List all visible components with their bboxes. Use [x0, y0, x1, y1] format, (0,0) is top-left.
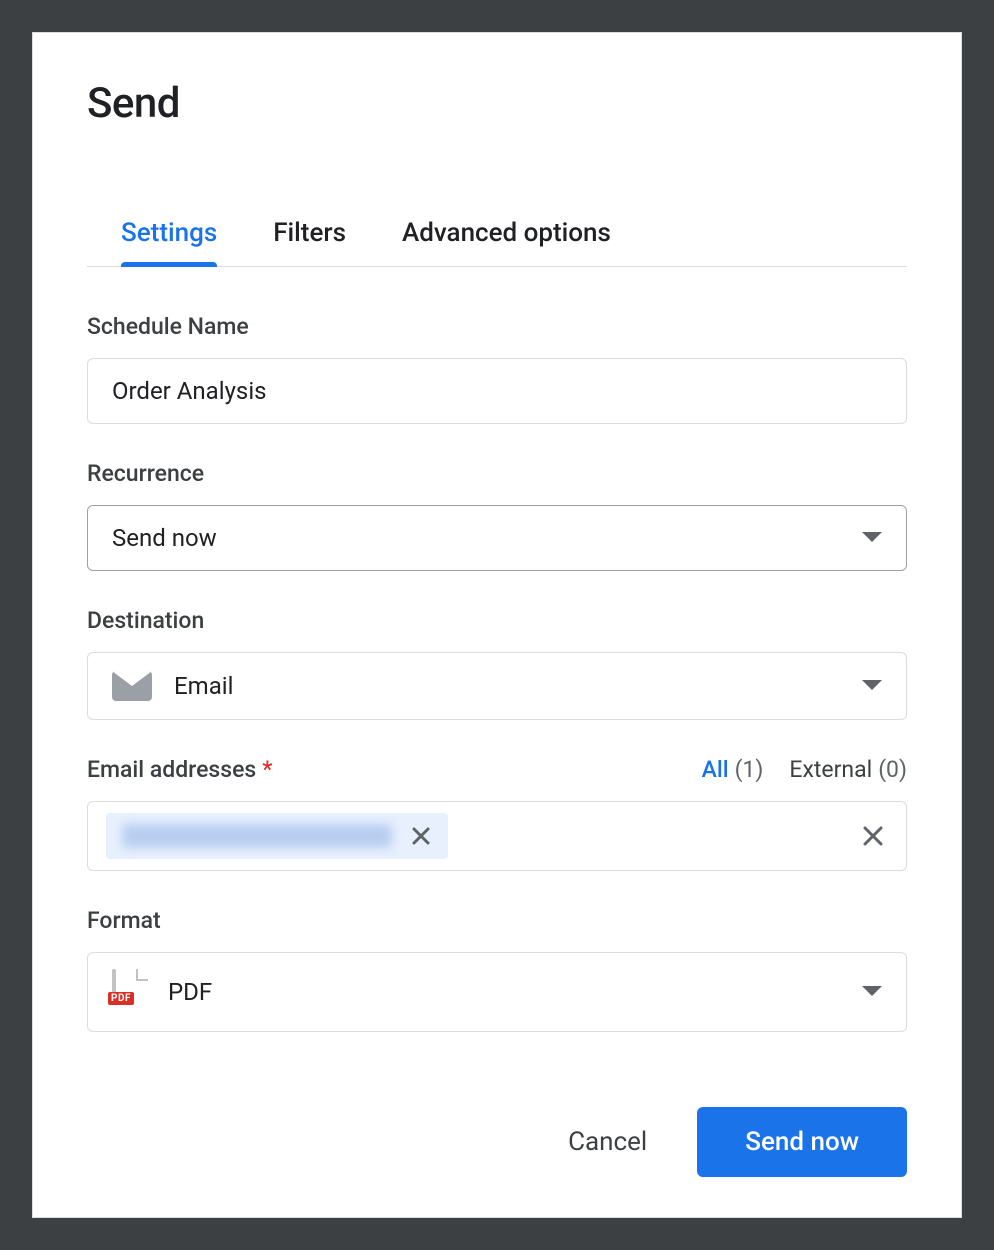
pdf-badge: PDF: [108, 992, 134, 1005]
form-body: Schedule Name Recurrence Send now Destin…: [87, 267, 907, 1177]
tab-settings[interactable]: Settings: [121, 218, 217, 266]
destination-select[interactable]: Email: [87, 652, 907, 720]
format-value: PDF: [168, 978, 212, 1006]
destination-value: Email: [174, 672, 233, 700]
clear-field-icon[interactable]: [858, 821, 888, 851]
caret-down-icon: [862, 680, 882, 692]
tab-advanced[interactable]: Advanced options: [402, 218, 611, 266]
send-now-button[interactable]: Send now: [697, 1107, 907, 1177]
recurrence-field: Recurrence Send now: [87, 460, 907, 571]
counter-all-count: (1): [735, 756, 764, 783]
email-addresses-input[interactable]: [87, 801, 907, 871]
email-addresses-label-text: Email addresses: [87, 756, 256, 783]
recurrence-value: Send now: [112, 524, 217, 552]
email-addresses-field: Email addresses * All (1) External (0): [87, 756, 907, 871]
counter-external-count: (0): [878, 756, 907, 783]
counter-all-label: All: [702, 756, 729, 783]
caret-down-icon: [862, 532, 882, 544]
destination-field: Destination Email: [87, 607, 907, 720]
tab-filters[interactable]: Filters: [273, 218, 346, 266]
schedule-name-label: Schedule Name: [87, 313, 907, 340]
cancel-button[interactable]: Cancel: [558, 1111, 657, 1173]
email-icon: [112, 671, 152, 701]
pdf-icon: PDF: [112, 971, 146, 1013]
caret-down-icon: [862, 986, 882, 998]
dialog-actions: Cancel Send now: [87, 1107, 907, 1177]
format-select[interactable]: PDF PDF: [87, 952, 907, 1032]
send-dialog: Send Settings Filters Advanced options S…: [32, 32, 962, 1218]
format-field: Format PDF PDF: [87, 907, 907, 1032]
email-addresses-label: Email addresses *: [87, 756, 272, 783]
format-label: Format: [87, 907, 907, 934]
dialog-title: Send: [87, 79, 907, 128]
required-indicator: *: [262, 756, 272, 783]
email-chip-text-redacted: [122, 824, 392, 848]
email-chip: [106, 813, 448, 859]
recurrence-select[interactable]: Send now: [87, 505, 907, 571]
counter-all[interactable]: All (1): [702, 756, 764, 783]
schedule-name-input[interactable]: [87, 358, 907, 424]
counter-external[interactable]: External (0): [789, 756, 907, 783]
destination-label: Destination: [87, 607, 907, 634]
schedule-name-field: Schedule Name: [87, 313, 907, 424]
counter-external-label: External: [789, 756, 872, 783]
dialog-tabs: Settings Filters Advanced options: [87, 218, 907, 267]
email-counters: All (1) External (0): [702, 756, 907, 783]
remove-chip-icon[interactable]: [406, 821, 436, 851]
recurrence-label: Recurrence: [87, 460, 907, 487]
